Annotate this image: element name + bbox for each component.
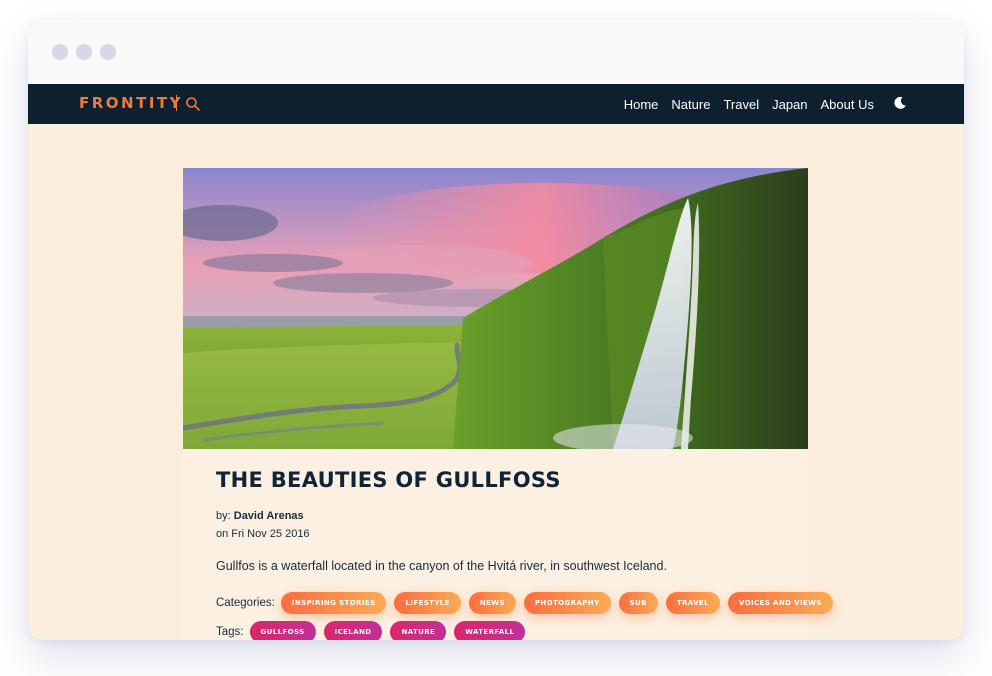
window-control-dot[interactable] <box>52 44 68 60</box>
post-date: on Fri Nov 25 2016 <box>216 528 310 540</box>
moon-icon[interactable] <box>893 96 907 110</box>
category-pill[interactable]: NEWS <box>468 592 516 614</box>
post-author[interactable]: David Arenas <box>234 510 304 522</box>
tag-pill[interactable]: WATERFALL <box>454 621 526 640</box>
main-menu: Home Nature Travel Japan About Us <box>624 84 874 124</box>
post-byline: by: David Arenas <box>216 510 304 522</box>
tags-label: Tags: <box>216 626 244 638</box>
categories-label: Categories: <box>216 597 275 609</box>
site-logo[interactable]: FRONTITY <box>79 94 183 112</box>
category-pill[interactable]: TRAVEL <box>665 592 720 614</box>
window-control-dot[interactable] <box>100 44 116 60</box>
featured-image[interactable] <box>183 168 808 449</box>
waterfall-landscape-image <box>183 168 808 449</box>
menu-item-japan[interactable]: Japan <box>772 97 807 112</box>
window-titlebar <box>28 20 964 84</box>
menu-item-nature[interactable]: Nature <box>671 97 710 112</box>
menu-item-about-us[interactable]: About Us <box>821 97 874 112</box>
tag-pill[interactable]: NATURE <box>390 621 447 640</box>
category-pill[interactable]: INSPIRING STORIES <box>280 592 387 614</box>
post-excerpt: Gullfos is a waterfall located in the ca… <box>216 559 667 573</box>
category-pill[interactable]: PHOTOGRAPHY <box>523 592 611 614</box>
menu-item-home[interactable]: Home <box>624 97 659 112</box>
tag-pill[interactable]: ICELAND <box>323 621 383 640</box>
category-pill[interactable]: SUB <box>618 592 658 614</box>
site-header: FRONTITY Home Nature Travel Japan About … <box>28 84 964 124</box>
post-title[interactable]: THE BEAUTIES OF GULLFOSS <box>216 468 561 492</box>
category-pill[interactable]: VOICES AND VIEWS <box>727 592 833 614</box>
category-pill[interactable]: LIFESTYLE <box>394 592 461 614</box>
byline-prefix: by: <box>216 510 231 522</box>
tag-pill[interactable]: GULLFOSS <box>249 621 316 640</box>
tags-row: Tags: GULLFOSS ICELAND NATURE WATERFALL <box>216 621 533 640</box>
logo-divider <box>176 95 177 111</box>
categories-row: Categories: INSPIRING STORIES LIFESTYLE … <box>216 592 841 614</box>
window-control-dot[interactable] <box>76 44 92 60</box>
post-card[interactable]: THE BEAUTIES OF GULLFOSS by: David Arena… <box>183 168 833 640</box>
browser-window: FRONTITY Home Nature Travel Japan About … <box>28 20 964 640</box>
search-icon[interactable] <box>185 96 201 112</box>
menu-item-travel[interactable]: Travel <box>723 97 759 112</box>
